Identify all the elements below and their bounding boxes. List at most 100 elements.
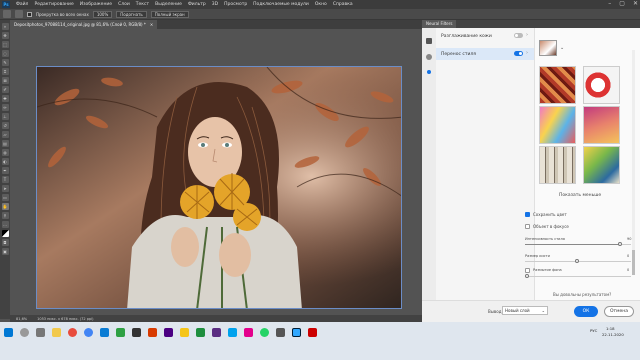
home-icon[interactable] <box>3 10 11 18</box>
show-less-link[interactable]: Показать меньше <box>559 193 601 198</box>
style-thumb-6[interactable] <box>583 146 620 184</box>
chevron-right-icon[interactable]: › <box>526 32 528 38</box>
zoom-readout[interactable]: 81,6% <box>16 317 27 321</box>
opera-icon[interactable] <box>68 328 77 337</box>
menu-type[interactable]: Текст <box>133 2 152 7</box>
app-icon-purple[interactable] <box>164 328 173 337</box>
style-preview-thumbnail[interactable] <box>539 40 557 56</box>
file-explorer-icon[interactable] <box>52 328 61 337</box>
blur-tool-icon[interactable]: ◍ <box>1 149 9 156</box>
blur-background-checkbox[interactable] <box>525 268 530 273</box>
cancel-button[interactable]: Отмена <box>604 306 634 317</box>
search-icon[interactable] <box>20 328 29 337</box>
keyboard-language[interactable]: РУС <box>590 328 597 333</box>
menu-filter[interactable]: Фильтр <box>185 2 209 7</box>
clock-time[interactable]: 1:18 <box>606 326 615 331</box>
app-icon-green[interactable] <box>116 328 125 337</box>
photoshop-taskbar-icon[interactable] <box>292 328 301 337</box>
brush-size-slider[interactable] <box>525 259 631 263</box>
fit-screen-button[interactable]: Подогнать <box>116 10 147 18</box>
app-icon-dark[interactable] <box>132 328 141 337</box>
zoom-tool-icon[interactable]: ⚲ <box>1 212 9 219</box>
focus-subject-checkbox[interactable] <box>525 224 530 229</box>
start-icon[interactable] <box>4 328 13 337</box>
eyedropper-icon[interactable]: ✐ <box>1 86 9 93</box>
panel-tab-neural-filters[interactable]: Neural Filters <box>422 20 457 28</box>
fill-screen-button[interactable]: Полный экран <box>150 10 189 18</box>
quick-select-icon[interactable]: ✎ <box>1 59 9 66</box>
screen-mode-icon[interactable]: ▣ <box>1 248 9 255</box>
edge-icon[interactable] <box>100 328 109 337</box>
canvas-image[interactable] <box>36 66 402 309</box>
blur-background-slider[interactable] <box>525 274 631 278</box>
style-thumb-2[interactable] <box>583 66 620 104</box>
pen-tool-icon[interactable]: ✒ <box>1 167 9 174</box>
app-icon-orange[interactable] <box>148 328 157 337</box>
more-tools-icon[interactable]: … <box>1 221 9 228</box>
app-icon-red[interactable] <box>308 328 317 337</box>
marquee-tool-icon[interactable]: ⬚ <box>1 41 9 48</box>
all-filters-icon[interactable] <box>426 38 432 44</box>
menu-layers[interactable]: Слои <box>115 2 133 7</box>
gradient-icon[interactable]: ▤ <box>1 140 9 147</box>
shape-tool-icon[interactable]: ▭ <box>1 194 9 201</box>
history-brush-icon[interactable]: ↺ <box>1 122 9 129</box>
type-tool-icon[interactable]: T <box>1 176 9 183</box>
menu-edit[interactable]: Редактирование <box>31 2 76 7</box>
minimize-icon[interactable]: – <box>608 0 611 7</box>
path-select-icon[interactable]: ➤ <box>1 185 9 192</box>
menu-help[interactable]: Справка <box>330 2 356 7</box>
menu-window[interactable]: Окно <box>312 2 330 7</box>
toggle-style-transfer[interactable] <box>514 51 523 56</box>
clock-date[interactable]: 22.11.2020 <box>602 332 624 337</box>
crop-tool-icon[interactable]: ⌗ <box>1 68 9 75</box>
color-swatches-icon[interactable] <box>1 230 9 237</box>
frame-tool-icon[interactable]: ⊠ <box>1 77 9 84</box>
scroll-all-checkbox[interactable] <box>27 11 32 17</box>
whatsapp-icon[interactable] <box>260 328 269 337</box>
chrome-icon[interactable] <box>84 328 93 337</box>
panel-scrollbar[interactable] <box>632 50 635 275</box>
style-thumb-1[interactable] <box>539 66 576 104</box>
style-strength-slider[interactable] <box>525 242 631 246</box>
app-icon-blue[interactable] <box>228 328 237 337</box>
ok-button[interactable]: ОК <box>574 306 598 317</box>
chevron-right-icon-2[interactable]: › <box>526 50 528 56</box>
menu-image[interactable]: Изображение <box>77 2 115 7</box>
dodge-tool-icon[interactable]: ◐ <box>1 158 9 165</box>
lasso-tool-icon[interactable]: ◌ <box>1 50 9 57</box>
app-icon-pink[interactable] <box>244 328 253 337</box>
hand-tool-icon[interactable] <box>15 10 23 18</box>
app-icon-yellow[interactable] <box>180 328 189 337</box>
document-tab[interactable]: Depositphotos_97088114_original.jpg @ 81… <box>10 20 158 29</box>
output-select[interactable]: Новый слой ⌄ <box>502 306 548 315</box>
chevron-down-icon[interactable]: ⌄ <box>560 45 564 51</box>
style-thumb-4[interactable] <box>583 106 620 144</box>
style-thumb-5[interactable] <box>539 146 576 184</box>
style-thumb-3[interactable] <box>539 106 576 144</box>
eraser-icon[interactable]: ▱ <box>1 131 9 138</box>
close-window-icon[interactable]: ✕ <box>633 0 638 7</box>
menu-select[interactable]: Выделение <box>152 2 185 7</box>
menu-view[interactable]: Просмотр <box>221 2 250 7</box>
app-icon-violet[interactable] <box>212 328 221 337</box>
move-tool-icon[interactable]: ✥ <box>1 32 9 39</box>
menu-plugins[interactable]: Подключаемые модули <box>250 2 312 7</box>
app-icon-green-2[interactable] <box>196 328 205 337</box>
brush-tool-icon[interactable]: ✏ <box>1 104 9 111</box>
quick-mask-icon[interactable]: ◘ <box>1 239 9 246</box>
app-icon-gray[interactable] <box>276 328 285 337</box>
featured-filters-icon[interactable] <box>426 54 432 60</box>
zoom-field[interactable]: 100% <box>92 10 113 18</box>
task-view-icon[interactable] <box>36 328 45 337</box>
collapse-toolbar-icon[interactable]: » <box>1 23 9 30</box>
menu-3d[interactable]: 3D <box>209 2 221 7</box>
preserve-color-checkbox[interactable] <box>525 212 530 217</box>
close-tab-icon[interactable]: × <box>150 20 153 29</box>
toggle-skin-smoothing[interactable] <box>514 33 523 38</box>
hand-tool-icon-side[interactable]: ✋ <box>1 203 9 210</box>
clone-stamp-icon[interactable]: ⊥ <box>1 113 9 120</box>
healing-brush-icon[interactable]: ✚ <box>1 95 9 102</box>
menu-file[interactable]: Файл <box>13 2 31 7</box>
maximize-icon[interactable]: ▢ <box>619 0 625 7</box>
